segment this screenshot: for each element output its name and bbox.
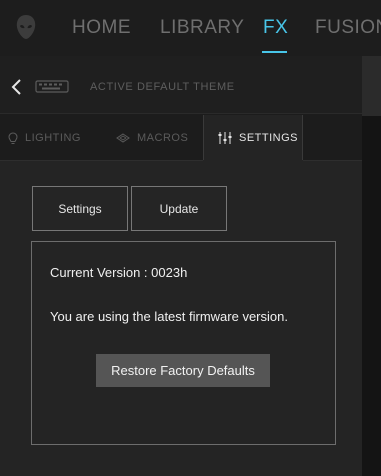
nav-fusion[interactable]: FUSION <box>315 17 381 39</box>
current-version-text: Current Version : 0023h <box>50 265 188 280</box>
bulb-icon <box>8 131 18 144</box>
active-theme-name: ACTIVE DEFAULT THEME <box>90 81 235 93</box>
sliders-icon <box>218 132 232 144</box>
active-tab-join <box>203 160 303 161</box>
tab-lighting[interactable]: LIGHTING <box>8 115 108 161</box>
restore-factory-defaults-button[interactable]: Restore Factory Defaults <box>96 354 270 387</box>
tab-macros-label: MACROS <box>137 132 189 144</box>
nav-library[interactable]: LIBRARY <box>160 17 244 39</box>
tab-lighting-label: LIGHTING <box>25 132 81 144</box>
nav-active-indicator <box>262 51 287 53</box>
right-panel-edge-header <box>362 56 381 116</box>
right-panel-edge <box>362 56 381 476</box>
tab-settings-label: SETTINGS <box>239 132 299 144</box>
alien-logo-icon <box>16 15 36 39</box>
update-subtab-button[interactable]: Update <box>131 186 227 231</box>
settings-subtab-button[interactable]: Settings <box>32 186 128 231</box>
firmware-status-text: You are using the latest firmware versio… <box>50 309 288 324</box>
top-nav: HOME LIBRARY FX FUSION <box>0 0 381 56</box>
macro-icon <box>116 133 130 143</box>
nav-home[interactable]: HOME <box>72 17 131 39</box>
chevron-left-icon[interactable] <box>10 77 24 97</box>
app-window: HOME LIBRARY FX FUSION ACTIVE DEFAULT TH… <box>0 0 381 476</box>
nav-fx[interactable]: FX <box>263 17 288 39</box>
tab-settings[interactable]: SETTINGS <box>203 115 303 161</box>
tab-macros[interactable]: MACROS <box>116 115 202 161</box>
keyboard-icon <box>35 80 69 93</box>
